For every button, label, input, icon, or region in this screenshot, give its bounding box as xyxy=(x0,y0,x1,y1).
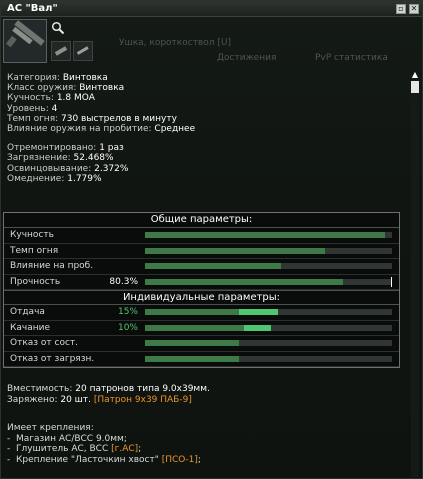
individual-bar-fill xyxy=(145,340,239,346)
individual-bar-fill xyxy=(145,309,239,315)
general-row: Влияние на проб. xyxy=(4,259,399,275)
repaired-label: Отремонтировано: xyxy=(7,143,97,154)
general-bar-fill xyxy=(145,232,385,238)
general-label: Кучность xyxy=(10,230,54,240)
penetration-label: Влияние оружия на пробитие: xyxy=(7,123,152,134)
repaired-value: 1 раз xyxy=(99,143,124,154)
mounts-list: Имеет крепления: - Магазин АС/ВСС 9.0мм;… xyxy=(7,423,201,465)
individual-row: Отдача 15% xyxy=(4,305,399,321)
mount-item: - Крепление "Ласточкин хвост" [ПСО-1]; xyxy=(7,455,201,466)
individual-bar xyxy=(145,309,392,315)
individual-label: Отказ от сост. xyxy=(10,338,79,348)
class-label: Класс оружия: xyxy=(7,83,77,94)
attachment-thumbnail-1[interactable] xyxy=(51,41,71,61)
general-bar-fill xyxy=(145,278,344,285)
individual-label: Качание xyxy=(10,322,51,333)
general-bar-fill xyxy=(145,247,326,254)
capacity-label: Вместимость: xyxy=(7,384,73,394)
general-bar xyxy=(145,276,392,287)
loaded-label: Заряжено: xyxy=(7,395,58,405)
general-row: Кучность xyxy=(4,228,399,244)
scrollbar-thumb[interactable] xyxy=(411,81,419,93)
mount-item: - Глушитель АС, ВСС [г.АС]; xyxy=(7,444,201,455)
individual-bar-modifier xyxy=(243,324,271,331)
general-bar xyxy=(145,232,392,238)
fouling-label: Загрязнение: xyxy=(7,153,71,164)
general-label: Темп огня xyxy=(10,245,59,256)
item-info-window: АС "Вал" ▫ ✕ Ушка, короткоствол [U] Дост… xyxy=(0,0,423,479)
individual-value: 15% xyxy=(117,307,138,317)
level-value: 4 xyxy=(51,103,58,114)
individual-row: Качание 10% xyxy=(4,321,399,336)
individual-bar-modifier xyxy=(238,309,279,315)
individual-label: Отказ от загрязн. xyxy=(10,353,95,364)
background-tab-achievements: Достижения xyxy=(217,53,277,63)
level-label: Уровень: xyxy=(7,103,49,114)
capacity-value: 20 патронов типа 9.0x39мм. xyxy=(75,384,210,394)
weapon-info: Категория: Винтовка Класс оружия: Винтов… xyxy=(7,73,407,184)
mount-item-text: - Глушитель АС, ВСС xyxy=(7,444,112,454)
copper-label: Омеднение: xyxy=(7,173,65,184)
individual-row: Отказ от сост. xyxy=(4,336,399,352)
category-label: Категория: xyxy=(7,73,60,83)
general-bar-fill xyxy=(145,263,281,269)
individual-bar xyxy=(145,340,392,346)
individual-bar xyxy=(145,324,392,331)
individual-params-title: Индивидуальные параметры: xyxy=(4,290,399,305)
general-value: 80.3% xyxy=(109,276,138,287)
arrow-up-icon[interactable]: ▲ xyxy=(411,71,419,79)
mount-item-installed-tag[interactable]: [ПСО-1] xyxy=(162,455,198,465)
general-bar xyxy=(145,247,392,254)
accuracy-value: 1.8 MOA xyxy=(56,93,95,104)
fire-rate-label: Темп огня: xyxy=(7,113,59,124)
background-tab-hint: Ушка, короткоствол [U] xyxy=(119,38,231,48)
general-row: Прочность 80.3% xyxy=(4,275,399,290)
general-params-title: Общие параметры: xyxy=(4,213,399,228)
individual-row: Отказ от загрязн. xyxy=(4,352,399,367)
category-value: Винтовка xyxy=(62,73,108,83)
individual-bar xyxy=(145,355,392,362)
individual-bar-fill xyxy=(145,324,244,331)
general-row: Темп огня xyxy=(4,244,399,259)
item-thumbnails xyxy=(3,19,113,65)
individual-bar-fill xyxy=(145,355,239,362)
window-title: АС "Вал" xyxy=(7,3,58,14)
individual-label: Отдача xyxy=(10,307,45,317)
title-bar[interactable]: АС "Вал" ▫ ✕ xyxy=(1,1,422,17)
accuracy-label: Кучность: xyxy=(7,93,54,104)
minimize-button[interactable]: ▫ xyxy=(396,4,406,14)
scrollbar[interactable] xyxy=(411,73,419,477)
close-button[interactable]: ✕ xyxy=(409,4,419,14)
leading-value: 2.372% xyxy=(94,163,129,174)
general-bar xyxy=(145,263,392,269)
loaded-value: 20 шт. xyxy=(60,395,92,405)
penetration-value: Среднее xyxy=(154,123,196,134)
mount-item-text: - Магазин АС/ВСС 9.0мм; xyxy=(7,433,127,444)
leading-label: Освинцовывание: xyxy=(7,163,92,174)
loaded-ammo-link[interactable]: [Патрон 9х39 ПАБ-9] xyxy=(94,395,192,405)
individual-value: 10% xyxy=(117,322,138,333)
attachment-thumbnail-2[interactable] xyxy=(73,41,93,61)
magazine-info: Вместимость: 20 патронов типа 9.0x39мм. … xyxy=(7,384,210,406)
mount-item-suffix: ; xyxy=(138,444,142,454)
parameters-panel: Общие параметры: Кучность Темп огня Влияни… xyxy=(3,212,400,368)
general-label: Прочность xyxy=(10,276,61,287)
mount-item-installed-tag[interactable]: [г.АС] xyxy=(111,444,138,454)
copper-value: 1.779% xyxy=(67,173,102,184)
weapon-thumbnail[interactable] xyxy=(3,19,47,63)
general-bar-end-marker xyxy=(391,276,392,287)
fire-rate-value: 730 выстрелов в минуту xyxy=(61,113,177,124)
mount-item-text: - Крепление "Ласточкин хвост" xyxy=(7,454,162,465)
class-value: Винтовка xyxy=(79,83,125,94)
background-tab-pvp: PvP статистика xyxy=(315,53,388,63)
mounts-title: Имеет крепления: xyxy=(7,423,94,433)
general-label: Влияние на проб. xyxy=(10,261,94,271)
fouling-value: 52.468% xyxy=(73,153,114,164)
magnifier-icon[interactable] xyxy=(51,21,65,35)
mount-item: - Магазин АС/ВСС 9.0мм; xyxy=(7,434,201,445)
mount-item-suffix: ; xyxy=(197,454,201,465)
